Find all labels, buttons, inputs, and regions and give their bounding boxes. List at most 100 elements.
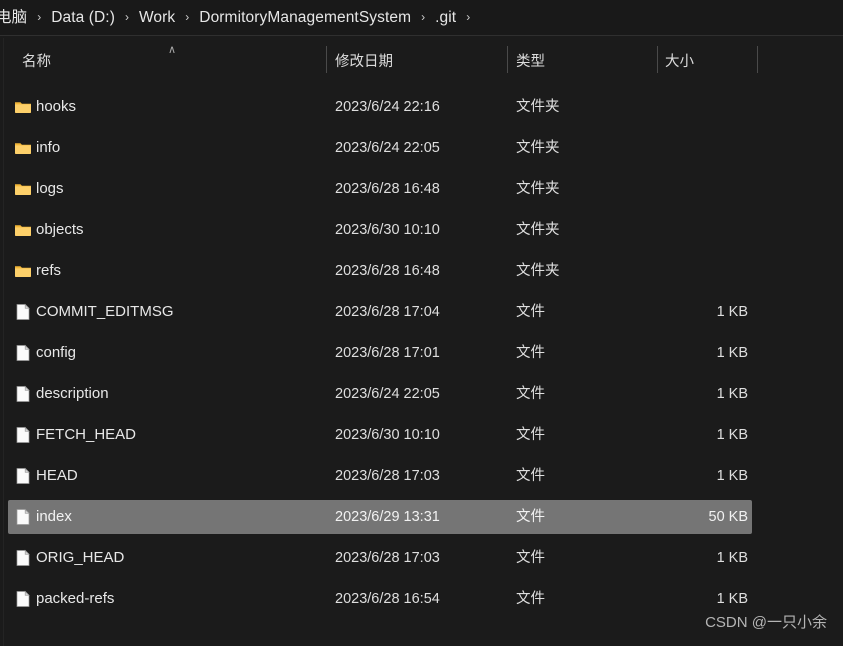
folder-icon [14,139,32,157]
file-date-modified: 2023/6/24 22:05 [335,140,440,156]
file-size [568,213,748,247]
file-type: 文件 [516,550,545,566]
file-type: 文件 [516,468,545,484]
file-name: description [36,385,109,402]
breadcrumb-chevron-icon[interactable]: › [29,0,49,35]
column-header-size[interactable]: 大小 [665,37,694,80]
file-row[interactable]: packed-refs 2023/6/28 16:54 文件 1 KB [8,582,752,616]
column-header-date-modified[interactable]: 修改日期 [335,37,393,80]
file-date-modified: 2023/6/28 16:54 [335,591,440,607]
breadcrumb-chevron-icon[interactable]: › [117,0,137,35]
column-header-bar[interactable]: 名称 修改日期 类型 大小 [0,37,843,80]
file-row[interactable]: index 2023/6/29 13:31 文件 50 KB [8,500,752,534]
file-size: 1 KB [716,345,748,361]
column-divider-3[interactable] [657,46,658,73]
column-divider-1[interactable] [326,46,327,73]
file-size: 1 KB [716,427,748,443]
file-size: 1 KB [716,386,748,402]
file-icon [14,549,32,567]
column-divider-4[interactable] [757,46,758,73]
file-name: FETCH_HEAD [36,426,137,443]
file-type: 文件夹 [516,222,560,238]
file-date-modified: 2023/6/28 17:03 [335,468,440,484]
breadcrumb-item-2[interactable]: Work [137,0,177,35]
file-date-modified: 2023/6/28 17:03 [335,550,440,566]
column-header-type[interactable]: 类型 [516,37,545,80]
file-icon [14,467,32,485]
file-size [568,254,748,288]
folder-icon [14,180,32,198]
file-type: 文件夹 [516,263,560,279]
file-size: 1 KB [716,304,748,320]
file-date-modified: 2023/6/28 16:48 [335,263,440,279]
address-bar[interactable]: 电脑›Data (D:)›Work›DormitoryManagementSys… [0,0,843,36]
breadcrumb-item-0[interactable]: 电脑 [0,0,29,35]
file-type: 文件 [516,304,545,320]
breadcrumb[interactable]: 电脑›Data (D:)›Work›DormitoryManagementSys… [0,0,478,35]
file-row[interactable]: logs 2023/6/28 16:48 文件夹 [8,172,752,206]
file-date-modified: 2023/6/24 22:05 [335,386,440,402]
file-date-modified: 2023/6/28 16:48 [335,181,440,197]
file-date-modified: 2023/6/29 13:31 [335,509,440,525]
file-row[interactable]: objects 2023/6/30 10:10 文件夹 [8,213,752,247]
file-icon [14,590,32,608]
file-icon [14,303,32,321]
file-name: packed-refs [36,590,115,607]
file-row[interactable]: FETCH_HEAD 2023/6/30 10:10 文件 1 KB [8,418,752,452]
file-type: 文件夹 [516,99,560,115]
file-size: 1 KB [716,550,748,566]
file-type: 文件夹 [516,181,560,197]
file-name: config [36,344,77,361]
breadcrumb-chevron-icon[interactable]: › [177,0,197,35]
file-size [568,172,748,206]
breadcrumb-chevron-icon[interactable]: › [413,0,433,35]
file-date-modified: 2023/6/30 10:10 [335,222,440,238]
file-row[interactable]: hooks 2023/6/24 22:16 文件夹 [8,90,752,124]
file-name: refs [36,262,62,279]
file-name: objects [36,221,84,238]
file-row[interactable]: HEAD 2023/6/28 17:03 文件 1 KB [8,459,752,493]
file-row[interactable]: info 2023/6/24 22:05 文件夹 [8,131,752,165]
file-type: 文件 [516,427,545,443]
file-size: 50 KB [708,509,749,525]
file-size: 1 KB [716,468,748,484]
file-type: 文件 [516,591,545,607]
csdn-watermark: CSDN @一只小余 [705,614,827,631]
file-row[interactable]: config 2023/6/28 17:01 文件 1 KB [8,336,752,370]
file-name: index [36,508,72,525]
file-icon [14,385,32,403]
folder-icon [14,262,32,280]
file-icon [14,344,32,362]
file-icon [14,426,32,444]
file-date-modified: 2023/6/28 17:01 [335,345,440,361]
file-name: logs [36,180,64,197]
column-divider-2[interactable] [507,46,508,73]
file-type: 文件 [516,345,545,361]
file-row[interactable]: description 2023/6/24 22:05 文件 1 KB [8,377,752,411]
file-size [568,131,748,165]
breadcrumb-item-4[interactable]: .git [433,0,458,35]
breadcrumb-item-1[interactable]: Data (D:) [49,0,117,35]
file-name: info [36,139,61,156]
file-name: hooks [36,98,77,115]
file-name: COMMIT_EDITMSG [36,303,174,320]
file-list[interactable]: hooks 2023/6/24 22:16 文件夹 info 2023/6/24 22:… [0,88,843,628]
file-date-modified: 2023/6/24 22:16 [335,99,440,115]
breadcrumb-chevron-icon[interactable]: › [458,0,478,35]
file-explorer-window: 电脑›Data (D:)›Work›DormitoryManagementSys… [0,0,843,646]
sort-ascending-caret-icon: ∧ [167,44,177,56]
file-type: 文件 [516,509,545,525]
file-name: ORIG_HEAD [36,549,125,566]
file-name: HEAD [36,467,78,484]
breadcrumb-item-3[interactable]: DormitoryManagementSystem [197,0,413,35]
file-row[interactable]: ORIG_HEAD 2023/6/28 17:03 文件 1 KB [8,541,752,575]
file-type: 文件夹 [516,140,560,156]
folder-icon [14,98,32,116]
column-header-name[interactable]: 名称 [22,37,51,80]
file-row[interactable]: refs 2023/6/28 16:48 文件夹 [8,254,752,288]
folder-icon [14,221,32,239]
file-date-modified: 2023/6/30 10:10 [335,427,440,443]
file-date-modified: 2023/6/28 17:04 [335,304,440,320]
file-icon [14,508,32,526]
file-row[interactable]: COMMIT_EDITMSG 2023/6/28 17:04 文件 1 KB [8,295,752,329]
